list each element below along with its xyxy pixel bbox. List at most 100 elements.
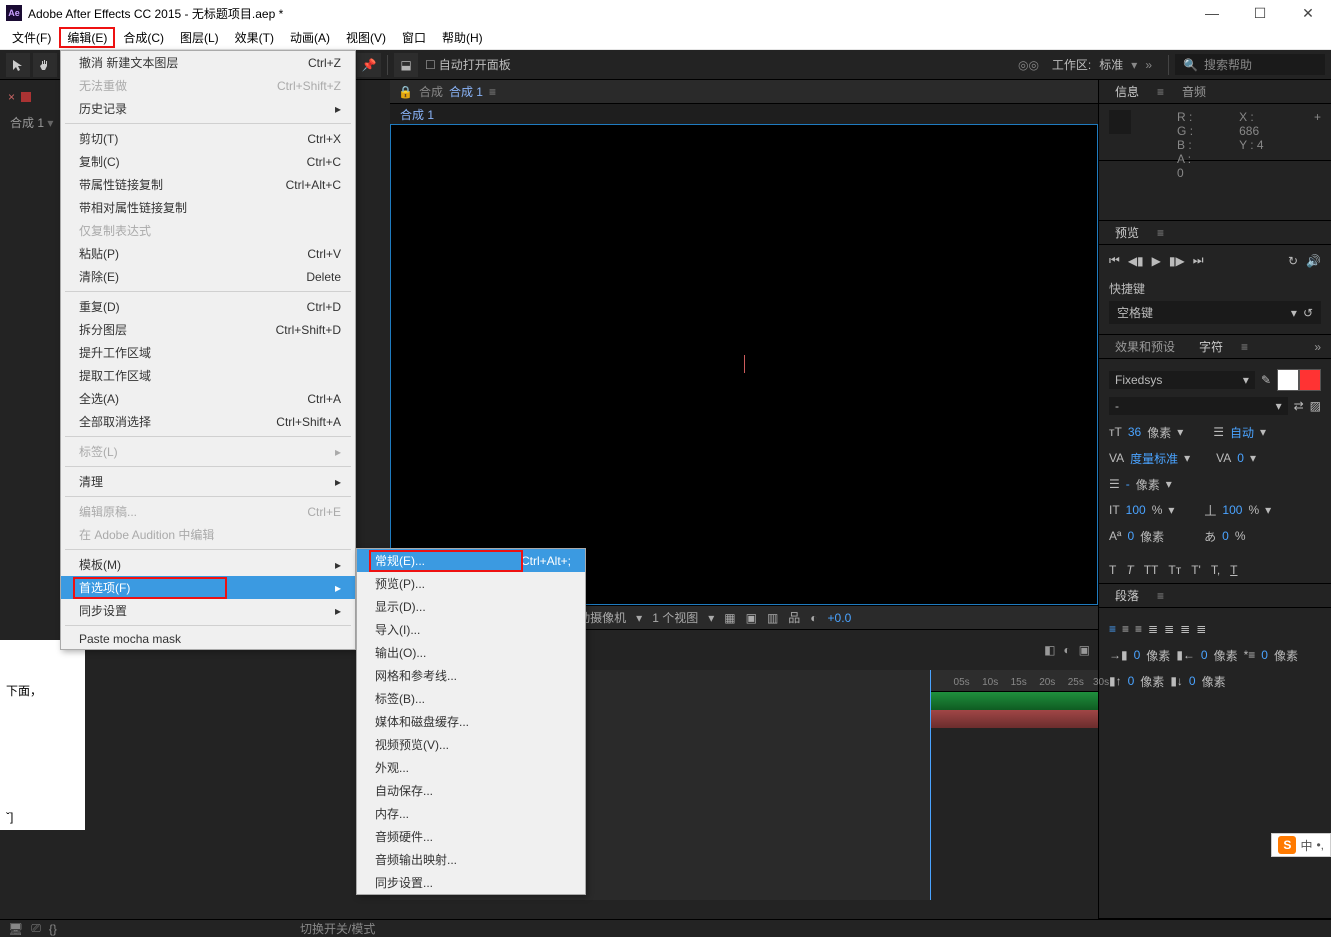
layer-track[interactable] [930, 692, 1098, 710]
panel-lock-icon[interactable]: 🔒 [398, 85, 413, 99]
playhead[interactable] [930, 670, 931, 900]
prev-frame-icon[interactable]: ◀▮ [1128, 254, 1144, 268]
indent-first-value[interactable]: 0 [1261, 648, 1268, 662]
minimize-button[interactable]: — [1199, 5, 1225, 22]
tsume-value[interactable]: 0 [1222, 529, 1229, 543]
font-style-select[interactable]: -▾ [1109, 397, 1288, 415]
search-help[interactable]: 🔍 搜索帮助 [1175, 54, 1325, 75]
shortcut-select[interactable]: 空格键 ▾↺ [1109, 301, 1321, 324]
tab-paragraph[interactable]: 段落 [1109, 585, 1145, 606]
menu-window[interactable]: 窗口 [394, 27, 434, 48]
menu-item[interactable]: 撤消 新建文本图层Ctrl+Z [61, 51, 355, 74]
indent-left-value[interactable]: 0 [1134, 648, 1141, 662]
menu-item[interactable]: 网格和参考线... [357, 664, 585, 687]
panel-menu-icon[interactable]: ≡ [489, 85, 496, 99]
tab-character[interactable]: 字符 [1193, 336, 1229, 357]
workspace-select[interactable]: 标准 [1099, 56, 1123, 73]
menu-item[interactable]: 拆分图层Ctrl+Shift+D [61, 318, 355, 341]
leading-value[interactable]: 自动 [1230, 424, 1254, 441]
menu-item[interactable]: 自动保存... [357, 779, 585, 802]
align-right-icon[interactable]: ≡ [1135, 622, 1142, 636]
menu-item[interactable]: 预览(P)... [357, 572, 585, 595]
close-icon[interactable]: × [8, 90, 15, 104]
menu-effect[interactable]: 效果(T) [227, 27, 282, 48]
maximize-button[interactable]: ☐ [1247, 5, 1273, 22]
reset-icon[interactable]: ↺ [1303, 306, 1313, 320]
menu-file[interactable]: 文件(F) [4, 27, 59, 48]
menu-item[interactable]: 粘贴(P)Ctrl+V [61, 242, 355, 265]
tracking-value[interactable]: 0 [1237, 451, 1244, 465]
menu-item[interactable]: 内存... [357, 802, 585, 825]
menu-item[interactable]: 清除(E)Delete [61, 265, 355, 288]
menu-item[interactable]: 重复(D)Ctrl+D [61, 295, 355, 318]
status-icon[interactable]: ⎚ [31, 921, 41, 936]
panel-menu-icon[interactable]: ≡ [1157, 85, 1164, 99]
menu-animation[interactable]: 动画(A) [282, 27, 338, 48]
exposure-icon[interactable]: ◐ [810, 611, 817, 625]
justify-left-icon[interactable]: ≣ [1148, 622, 1158, 636]
next-frame-icon[interactable]: ▮▶ [1169, 254, 1185, 268]
time-ruler[interactable]: 05s 10s 15s 20s 25s 30s [930, 670, 1098, 692]
switches-modes-toggle[interactable]: 切换开关/模式 [300, 920, 375, 937]
reset-exposure-icon[interactable]: 品 [788, 609, 800, 626]
tab-preview[interactable]: 预览 [1109, 222, 1145, 243]
eyedropper-icon[interactable]: ✎ [1261, 373, 1271, 387]
bold-button[interactable]: T [1109, 563, 1116, 577]
align-center-icon[interactable]: ≡ [1122, 622, 1129, 636]
superscript-button[interactable]: T' [1191, 563, 1201, 577]
menu-view[interactable]: 视图(V) [338, 27, 394, 48]
menu-item[interactable]: 复制(C)Ctrl+C [61, 150, 355, 173]
guides-icon[interactable]: ▣ [746, 611, 757, 625]
panel-menu-icon[interactable]: ≡ [1157, 226, 1164, 240]
menu-item[interactable]: 导入(I)... [357, 618, 585, 641]
loop-icon[interactable]: ↻ [1288, 254, 1298, 268]
mute-icon[interactable]: 🔊 [1306, 254, 1321, 268]
pin-tool-icon[interactable]: 📌 [357, 53, 381, 77]
menu-item[interactable]: 带相对属性链接复制 [61, 196, 355, 219]
menu-item[interactable]: 提取工作区域 [61, 364, 355, 387]
tl-opt-icon[interactable]: ◧ [1044, 643, 1055, 657]
tab-effects-presets[interactable]: 效果和预设 [1109, 336, 1181, 357]
vscale-value[interactable]: 100 [1126, 503, 1146, 517]
timeline-track-area[interactable]: 05s 10s 15s 20s 25s 30s [930, 670, 1098, 900]
menu-layer[interactable]: 图层(L) [172, 27, 227, 48]
space-before-value[interactable]: 0 [1128, 674, 1135, 688]
fill-color[interactable] [1277, 369, 1299, 391]
kerning-value[interactable]: 度量标准 [1130, 450, 1178, 467]
panel-menu-icon[interactable]: ≡ [1241, 340, 1248, 354]
menu-item[interactable]: 标签(B)... [357, 687, 585, 710]
viewer-breadcrumb[interactable]: 合成 1 [390, 104, 1098, 124]
last-frame-icon[interactable]: ⏭ [1193, 253, 1204, 268]
views-select[interactable]: 1 个视图 [652, 609, 698, 626]
menu-item[interactable]: 视频预览(V)... [357, 733, 585, 756]
tl-opt-icon[interactable]: ◐ [1063, 643, 1070, 657]
menu-item[interactable]: 历史记录 ▸ [61, 97, 355, 120]
first-frame-icon[interactable]: ⏮ [1109, 253, 1120, 268]
menu-item[interactable]: 提升工作区域 [61, 341, 355, 364]
ime-badge[interactable]: S 中 •, [1271, 833, 1331, 857]
menu-item[interactable]: 模板(M) ▸ [61, 553, 355, 576]
selection-tool-icon[interactable] [6, 53, 30, 77]
align-left-icon[interactable]: ≡ [1109, 622, 1116, 636]
swap-colors-icon[interactable]: ⇄ [1294, 399, 1304, 413]
font-size-value[interactable]: 36 [1128, 425, 1141, 439]
menu-edit[interactable]: 编辑(E) [59, 27, 115, 48]
workspace-more-icon[interactable]: » [1145, 58, 1152, 72]
exposure-value[interactable]: +0.0 [828, 611, 852, 625]
menu-item[interactable]: 剪切(T)Ctrl+X [61, 127, 355, 150]
menu-item[interactable]: 显示(D)... [357, 595, 585, 618]
hand-tool-icon[interactable] [33, 53, 57, 77]
menu-item[interactable]: 媒体和磁盘缓存... [357, 710, 585, 733]
menu-item[interactable]: 全部取消选择Ctrl+Shift+A [61, 410, 355, 433]
menu-item[interactable]: 同步设置... [357, 871, 585, 894]
menu-item[interactable]: 全选(A)Ctrl+A [61, 387, 355, 410]
menu-item[interactable]: 外观... [357, 756, 585, 779]
menu-item[interactable]: 带属性链接复制Ctrl+Alt+C [61, 173, 355, 196]
status-icon[interactable]: {} [49, 922, 57, 936]
subscript-button[interactable]: T, [1211, 563, 1220, 577]
snap-icon[interactable]: ⬓ [394, 53, 418, 77]
vr-icon[interactable]: ◎◎ [1018, 58, 1039, 72]
no-color-icon[interactable]: ▨ [1310, 399, 1321, 413]
menu-item[interactable]: 首选项(F) ▸ [61, 576, 355, 599]
menu-item[interactable]: 音频输出映射... [357, 848, 585, 871]
